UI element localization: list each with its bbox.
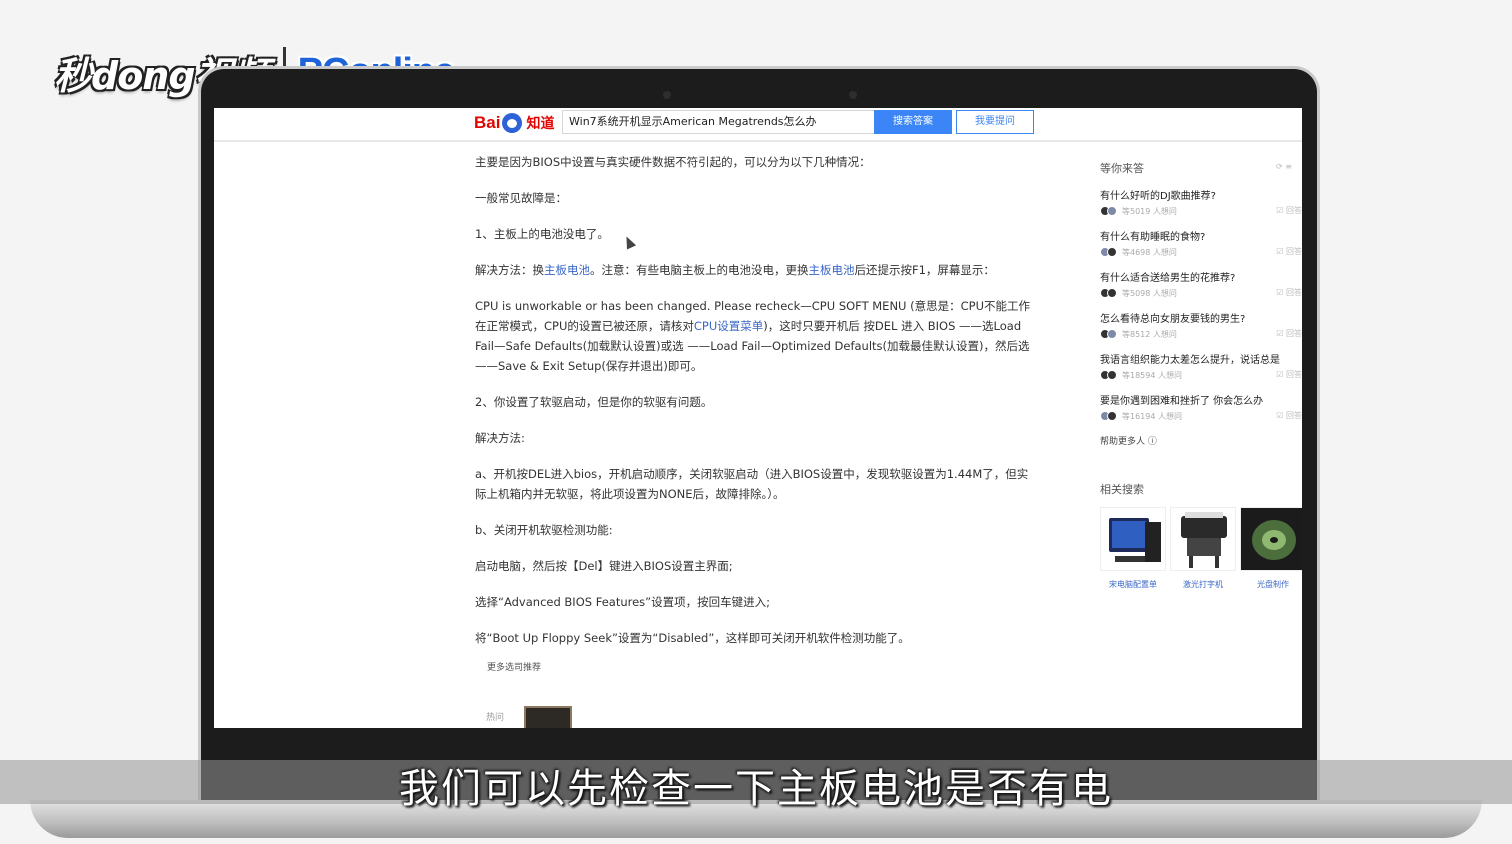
question-count: 等4698 人想问 xyxy=(1122,247,1177,257)
answer-paragraph: 将“Boot Up Floppy Seek”设置为“Disabled”，这样即可… xyxy=(475,631,910,645)
related-search-row: 宋电脑配置单 激光打字机 光盘制作 xyxy=(1100,507,1302,590)
more-related-link[interactable]: 更多选司推荐 xyxy=(487,658,1031,678)
avatar-group xyxy=(1100,370,1117,380)
avatar-group xyxy=(1100,329,1117,339)
answer-paragraph: b、关闭开机软驱检测功能: xyxy=(475,523,613,537)
question-meta: 等5098 人想问 ☑ 回答 xyxy=(1100,287,1302,299)
refresh-icon[interactable]: ⟳ ≡ xyxy=(1276,162,1292,171)
answer-button[interactable]: ☑ 回答 xyxy=(1276,287,1302,298)
answer-paragraph: 1、主板上的电池没电了。 xyxy=(475,227,609,241)
browser-screen: Bai 知道 Win7系统开机显示American Megatrends怎么办 … xyxy=(214,108,1302,728)
question-item[interactable]: 有什么好听的DJ歌曲推荐? 等5019 人想问 ☑ 回答 xyxy=(1100,187,1302,217)
baidu-zhidao-logo[interactable]: Bai 知道 xyxy=(474,110,554,136)
waiting-answers-heading: 等你来答 xyxy=(1100,162,1144,175)
webcam-icon xyxy=(663,91,671,99)
related-search-heading: 相关搜索 xyxy=(1100,483,1144,496)
answer-paragraph: 选择“Advanced BIOS Features”设置项，按回车键进入; xyxy=(475,595,770,609)
baidu-logo-text: Bai xyxy=(474,113,501,132)
question-title[interactable]: 怎么看待总向女朋友要钱的男生? xyxy=(1100,310,1302,325)
answer-text: 。注意：有些电脑主板上的电池没电，更换 xyxy=(590,263,809,277)
answer-paragraph: 解决方法: xyxy=(475,431,525,445)
question-meta: 等18594 人想问 ☑ 回答 xyxy=(1100,369,1302,381)
baidu-paw-icon xyxy=(502,113,523,133)
question-title[interactable]: 有什么好听的DJ歌曲推荐? xyxy=(1100,187,1302,202)
question-title[interactable]: 有什么有助睡眠的食物? xyxy=(1100,228,1302,243)
question-count: 等5019 人想问 xyxy=(1122,206,1177,216)
question-meta: 等4698 人想问 ☑ 回答 xyxy=(1100,246,1302,258)
question-title[interactable]: 有什么适合送给男生的花推荐? xyxy=(1100,269,1302,284)
right-sidebar: 等你来答 ⟳ ≡ 有什么好听的DJ歌曲推荐? 等5019 人想问 ☑ 回答 有什… xyxy=(1100,160,1302,590)
search-header: Bai 知道 Win7系统开机显示American Megatrends怎么办 … xyxy=(214,108,1302,142)
answer-text: 解决方法：换 xyxy=(475,263,544,277)
related-search-item[interactable]: 光盘制作 xyxy=(1240,507,1302,590)
related-search-caption[interactable]: 光盘制作 xyxy=(1240,579,1302,590)
question-count: 等16194 人想问 xyxy=(1122,411,1182,421)
question-count: 等8512 人想问 xyxy=(1122,329,1177,339)
related-search-caption[interactable]: 宋电脑配置单 xyxy=(1100,579,1166,590)
related-search-item[interactable]: 激光打字机 xyxy=(1170,507,1236,590)
printer-image[interactable] xyxy=(1170,507,1236,571)
avatar-group xyxy=(1100,288,1117,298)
answer-content: 主要是因为BIOS中设置与真实硬件数据不符引起的，可以分为以下几种情况： 一般常… xyxy=(475,152,1031,678)
answer-paragraph: 启动电脑，然后按【Del】键进入BIOS设置主界面; xyxy=(475,559,733,573)
answer-button[interactable]: ☑ 回答 xyxy=(1276,246,1302,257)
avatar xyxy=(1107,329,1117,339)
answer-paragraph: CPU is unworkable or has been changed. P… xyxy=(475,296,1031,376)
avatar xyxy=(1107,206,1117,216)
answer-paragraph: a、开机按DEL进入bios，开机启动顺序，关闭软驱启动（进入BIOS设置中，发… xyxy=(475,467,1029,501)
question-item[interactable]: 怎么看待总向女朋友要钱的男生? 等8512 人想问 ☑ 回答 xyxy=(1100,310,1302,340)
video-subtitle: 我们可以先检查一下主板电池是否有电 xyxy=(399,766,1113,812)
motherboard-battery-link[interactable]: 主板电池 xyxy=(809,263,855,277)
question-count: 等18594 人想问 xyxy=(1122,370,1182,380)
answer-paragraph: 主要是因为BIOS中设置与真实硬件数据不符引起的，可以分为以下几种情况： xyxy=(475,155,871,169)
question-count: 等5098 人想问 xyxy=(1122,288,1177,298)
answer-paragraph: 2、你设置了软驱启动，但是你的软驱有问题。 xyxy=(475,395,713,409)
desktop-computer-image[interactable] xyxy=(1100,507,1166,571)
question-meta: 等8512 人想问 ☑ 回答 xyxy=(1100,328,1302,340)
answer-paragraph: 一般常见故障是： xyxy=(475,191,567,205)
ask-question-button[interactable]: 我要提问 xyxy=(956,110,1034,134)
answer-button[interactable]: ☑ 回答 xyxy=(1276,328,1302,339)
zhidao-logo-text: 知道 xyxy=(526,115,555,131)
related-search-caption[interactable]: 激光打字机 xyxy=(1170,579,1236,590)
avatar xyxy=(1107,370,1117,380)
answer-button[interactable]: ☑ 回答 xyxy=(1276,369,1302,380)
help-more-people-link[interactable]: 帮助更多人 ⓘ xyxy=(1100,434,1302,447)
disc-image[interactable] xyxy=(1240,507,1302,571)
motherboard-battery-link[interactable]: 主板电池 xyxy=(544,263,590,277)
avatar xyxy=(1107,247,1117,257)
question-meta: 等16194 人想问 ☑ 回答 xyxy=(1100,410,1302,422)
sensor-icon xyxy=(849,91,857,99)
avatar-group xyxy=(1100,206,1117,216)
hot-question-thumbnail[interactable] xyxy=(524,706,572,728)
question-title[interactable]: 要是你遇到困难和挫折了 你会怎么办 xyxy=(1100,392,1302,407)
answer-paragraph: 解决方法：换主板电池。注意：有些电脑主板上的电池没电，更换主板电池后还提示按F1… xyxy=(475,260,1031,280)
question-item[interactable]: 有什么适合送给男生的花推荐? 等5098 人想问 ☑ 回答 xyxy=(1100,269,1302,299)
related-search-item[interactable]: 宋电脑配置单 xyxy=(1100,507,1166,590)
avatar xyxy=(1107,288,1117,298)
cpu-settings-menu-link[interactable]: CPU设置菜单 xyxy=(694,319,763,333)
search-answer-button[interactable]: 搜索答案 xyxy=(874,110,952,134)
question-item[interactable]: 要是你遇到困难和挫折了 你会怎么办 等16194 人想问 ☑ 回答 xyxy=(1100,392,1302,422)
answer-button[interactable]: ☑ 回答 xyxy=(1276,410,1302,421)
avatar-group xyxy=(1100,411,1117,421)
hot-question-label: 热问 xyxy=(486,713,505,723)
question-item[interactable]: 我语言组织能力太差怎么提升，说话总是 等18594 人想问 ☑ 回答 xyxy=(1100,351,1302,381)
avatar-group xyxy=(1100,247,1117,257)
avatar xyxy=(1107,411,1117,421)
answer-text: 后还提示按F1，屏幕显示： xyxy=(854,263,995,277)
search-input[interactable]: Win7系统开机显示American Megatrends怎么办 xyxy=(562,110,874,134)
question-item[interactable]: 有什么有助睡眠的食物? 等4698 人想问 ☑ 回答 xyxy=(1100,228,1302,258)
question-meta: 等5019 人想问 ☑ 回答 xyxy=(1100,205,1302,217)
answer-button[interactable]: ☑ 回答 xyxy=(1276,205,1302,216)
question-title[interactable]: 我语言组织能力太差怎么提升，说话总是 xyxy=(1100,351,1302,366)
